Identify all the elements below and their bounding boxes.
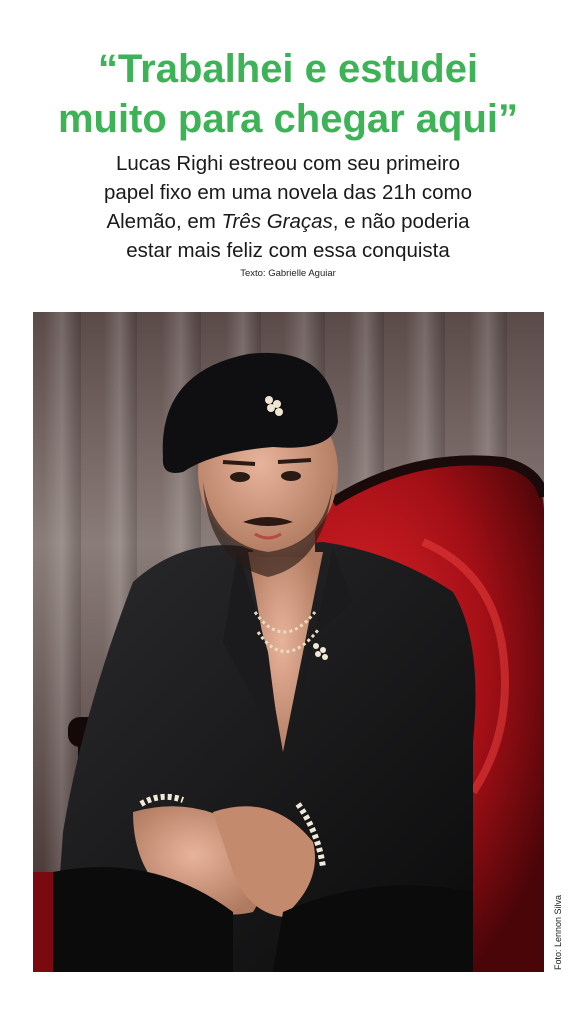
subhead-line-3-end: , e não poderia	[332, 210, 470, 233]
subhead-line-1: Lucas Righi estreou com seu primeiro	[115, 152, 461, 175]
portrait-photo	[33, 312, 544, 972]
headline-line-1: “Trabalhei e estudei	[97, 47, 479, 91]
portrait-illustration	[33, 312, 544, 972]
subheadline: Lucas Righi estreou com seu primeiro pap…	[40, 149, 536, 265]
subhead-line-4: estar mais feliz com essa conquista	[126, 239, 450, 262]
headline: “Trabalhei e estudei muito para chegar a…	[0, 44, 576, 144]
subhead-line-3-start: Alemão, em	[106, 210, 222, 233]
novela-title: Três Graças	[221, 210, 333, 233]
photo-credit: Foto: Lennon Silva	[553, 894, 563, 970]
headline-line-2: muito para chegar aqui”	[57, 97, 519, 141]
subhead-line-3: Alemão, em Três Graças, e não poderia	[40, 207, 536, 236]
subhead-line-2: papel fixo em uma novela das 21h como	[103, 181, 473, 204]
text-credit: Texto: Gabrielle Aguiar	[240, 268, 336, 279]
